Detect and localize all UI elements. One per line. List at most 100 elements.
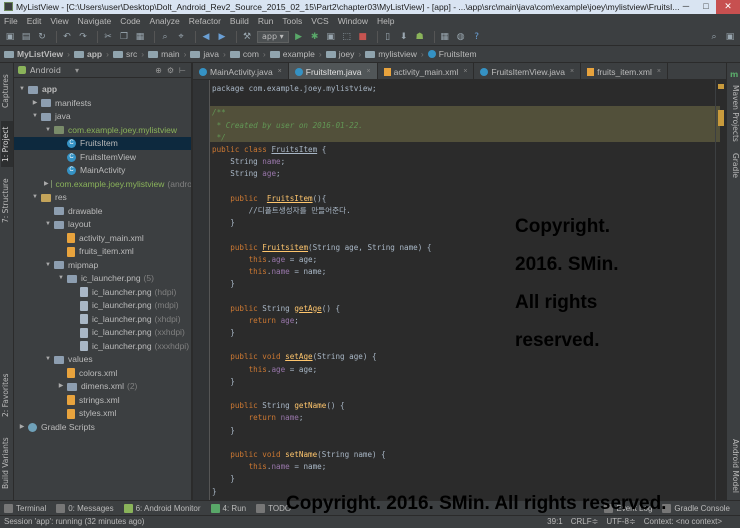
- editor-tab[interactable]: FruitsItem.java ×: [288, 63, 378, 79]
- tree-item[interactable]: ▶ dimens.xml (2): [14, 380, 191, 393]
- menu-edit[interactable]: Edit: [27, 16, 42, 26]
- bottom-tool-1[interactable]: 0: Messages: [56, 503, 114, 513]
- editor-tab[interactable]: MainActivity.java ×: [193, 63, 289, 79]
- undo-icon[interactable]: ↶: [61, 31, 73, 43]
- close-tab-icon[interactable]: ×: [278, 68, 282, 75]
- run-icon[interactable]: ▶: [293, 31, 305, 43]
- redo-icon[interactable]: ↷: [77, 31, 89, 43]
- avd-manager-icon[interactable]: ▯: [382, 31, 394, 43]
- sync-icon[interactable]: ↻: [36, 31, 48, 43]
- scroll-marker[interactable]: [718, 110, 724, 126]
- breadcrumb-item[interactable]: MyListView ›: [4, 49, 70, 59]
- menu-window[interactable]: Window: [338, 16, 368, 26]
- forward-icon[interactable]: ▶: [216, 31, 228, 43]
- tree-item[interactable]: strings.xml: [14, 394, 191, 407]
- expanded-arrow-icon[interactable]: ▼: [44, 218, 52, 231]
- tool-maven-projects[interactable]: Maven Projects: [728, 81, 740, 145]
- copy-icon[interactable]: ❐: [118, 31, 130, 43]
- tree-item[interactable]: ▼ mipmap: [14, 259, 191, 272]
- line-separator[interactable]: CRLF≑: [571, 516, 599, 528]
- tool-project[interactable]: 1: Project: [1, 121, 13, 167]
- menu-code[interactable]: Code: [120, 16, 140, 26]
- caret-position[interactable]: 39:1: [547, 516, 563, 528]
- close-tab-icon[interactable]: ×: [367, 68, 371, 75]
- tree-item[interactable]: C FruitsItem: [14, 137, 191, 150]
- hide-panel-icon[interactable]: ⊢: [179, 66, 186, 75]
- expanded-arrow-icon[interactable]: ▼: [44, 353, 52, 366]
- tool-structure[interactable]: 7: Structure: [1, 175, 13, 227]
- editor-tab[interactable]: activity_main.xml ×: [378, 63, 475, 79]
- menu-analyze[interactable]: Analyze: [150, 16, 180, 26]
- breadcrumb-item[interactable]: com ›: [229, 49, 266, 59]
- collapsed-arrow-icon[interactable]: ▶: [44, 178, 49, 191]
- menu-build[interactable]: Build: [230, 16, 249, 26]
- paste-icon[interactable]: ▦: [134, 31, 146, 43]
- tree-item[interactable]: ▶ com.example.joey.mylistview (andro: [14, 178, 191, 191]
- sdk-manager-icon[interactable]: ⬇: [398, 31, 410, 43]
- tree-item[interactable]: ▼ app: [14, 83, 191, 96]
- help-icon[interactable]: ?: [471, 31, 483, 43]
- tool-favorites[interactable]: 2: Favorites: [1, 368, 13, 422]
- open-icon[interactable]: ▣: [4, 31, 16, 43]
- menu-refactor[interactable]: Refactor: [189, 16, 221, 26]
- tree-item[interactable]: ic_launcher.png (xxhdpi): [14, 326, 191, 339]
- breadcrumb-item[interactable]: java ›: [190, 49, 226, 59]
- breadcrumb-item[interactable]: joey ›: [325, 49, 361, 59]
- tree-item[interactable]: ▼ java: [14, 110, 191, 123]
- debug-icon[interactable]: ✱: [309, 31, 321, 43]
- tree-item[interactable]: C MainActivity: [14, 164, 191, 177]
- expanded-arrow-icon[interactable]: ▼: [44, 259, 52, 272]
- tree-item[interactable]: ic_launcher.png (mdpi): [14, 299, 191, 312]
- tree-item[interactable]: ic_launcher.png (hdpi): [14, 286, 191, 299]
- tree-item[interactable]: ▼ values: [14, 353, 191, 366]
- search-everywhere-icon[interactable]: ⌕: [708, 31, 720, 43]
- back-icon[interactable]: ◀: [200, 31, 212, 43]
- layout-icon[interactable]: ▣: [724, 31, 736, 43]
- collapsed-arrow-icon[interactable]: ▶: [31, 97, 39, 110]
- scroll-from-source-icon[interactable]: ⊕: [155, 66, 162, 75]
- tree-item[interactable]: ▼ ic_launcher.png (5): [14, 272, 191, 285]
- editor-tab[interactable]: fruits_item.xml ×: [581, 63, 668, 79]
- bottom-tool-6[interactable]: Gradle Console: [662, 503, 730, 513]
- minimize-button[interactable]: ─: [676, 0, 696, 14]
- tool-build-variants[interactable]: Build Variants: [1, 433, 13, 493]
- editor-tab[interactable]: FruitsItemView.java ×: [474, 63, 582, 79]
- coverage-icon[interactable]: ▣: [325, 31, 337, 43]
- breadcrumb-item[interactable]: FruitsItem: [427, 49, 477, 59]
- tree-item[interactable]: ▶ Gradle Scripts: [14, 421, 191, 434]
- tree-item[interactable]: C FruitsItemView: [14, 151, 191, 164]
- stop-icon[interactable]: ■: [357, 31, 369, 43]
- tree-item[interactable]: drawable: [14, 205, 191, 218]
- expanded-arrow-icon[interactable]: ▼: [57, 272, 65, 285]
- sync-gradle-icon[interactable]: ◍: [455, 31, 467, 43]
- breadcrumb-item[interactable]: src ›: [112, 49, 144, 59]
- tree-item[interactable]: ▼ com.example.joey.mylistview: [14, 124, 191, 137]
- tree-item[interactable]: ▼ res: [14, 191, 191, 204]
- breadcrumb-item[interactable]: mylistview ›: [365, 49, 424, 59]
- warning-marker[interactable]: [718, 84, 724, 89]
- menu-file[interactable]: File: [4, 16, 18, 26]
- tree-item[interactable]: styles.xml: [14, 407, 191, 420]
- close-button[interactable]: ✕: [716, 0, 740, 14]
- project-view-select[interactable]: Android ▾: [18, 66, 79, 75]
- breadcrumb-item[interactable]: main ›: [148, 49, 186, 59]
- android-device-monitor-icon[interactable]: ☗: [414, 31, 426, 43]
- tool-captures[interactable]: Captures: [1, 67, 13, 115]
- code-editor[interactable]: package com.example.joey.mylistview;/** …: [210, 80, 726, 500]
- expanded-arrow-icon[interactable]: ▼: [31, 110, 39, 123]
- replace-icon[interactable]: ⌖: [175, 31, 187, 43]
- collapsed-arrow-icon[interactable]: ▶: [57, 380, 65, 393]
- menu-tools[interactable]: Tools: [282, 16, 302, 26]
- expanded-arrow-icon[interactable]: ▼: [44, 124, 52, 137]
- tool-android-model[interactable]: Android Model: [728, 435, 740, 497]
- make-icon[interactable]: ⚒: [241, 31, 253, 43]
- bottom-tool-2[interactable]: 6: Android Monitor: [123, 503, 201, 513]
- tree-item[interactable]: fruits_item.xml: [14, 245, 191, 258]
- run-config-select[interactable]: app ▾: [257, 30, 289, 43]
- file-encoding[interactable]: UTF-8≑: [606, 516, 635, 528]
- breadcrumb-item[interactable]: app ›: [73, 49, 109, 59]
- maximize-button[interactable]: □: [696, 0, 716, 14]
- expanded-arrow-icon[interactable]: ▼: [18, 83, 26, 96]
- tree-item[interactable]: ▼ layout: [14, 218, 191, 231]
- tree-item[interactable]: ic_launcher.png (xhdpi): [14, 313, 191, 326]
